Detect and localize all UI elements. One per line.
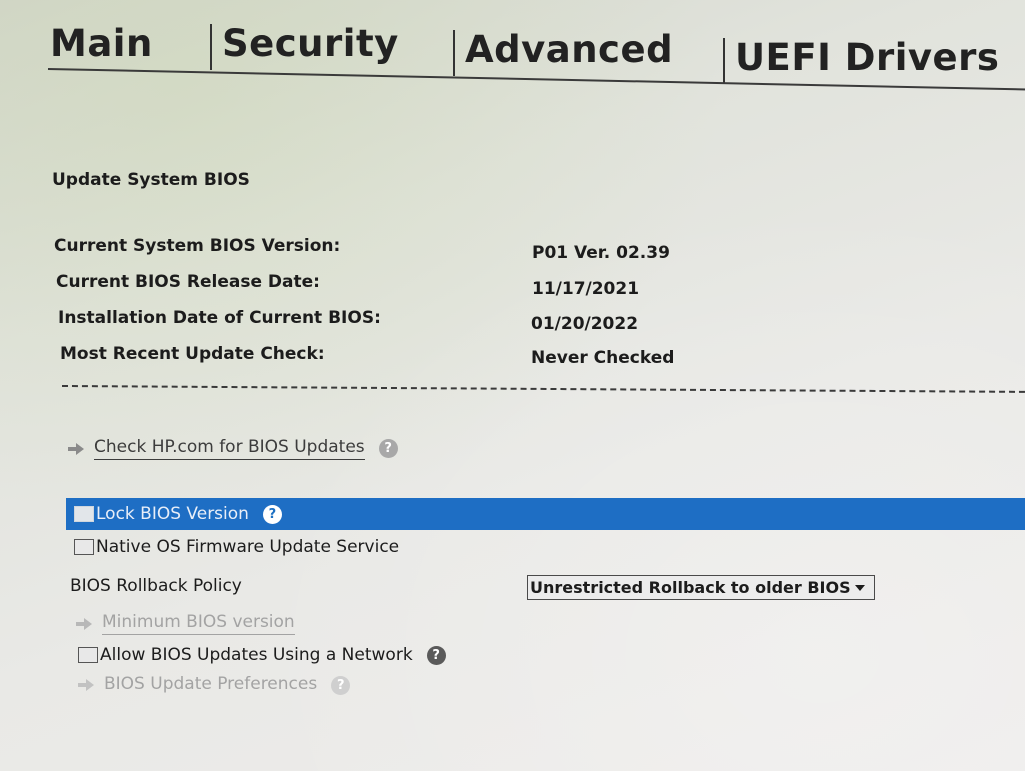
native-os-firmware-row[interactable]: Native OS Firmware Update Service [74, 537, 399, 557]
tab-separator [453, 30, 455, 76]
tab-main[interactable]: Main [50, 22, 153, 65]
question-mark-icon[interactable]: ? [378, 439, 398, 458]
arrow-right-icon [68, 442, 84, 455]
bios-version-label: Current System BIOS Version: [54, 236, 341, 256]
bios-version-value: P01 Ver. 02.39 [532, 243, 670, 263]
update-check-value: Never Checked [531, 348, 675, 368]
update-check-label: Most Recent Update Check: [60, 344, 325, 364]
allow-network-checkbox[interactable] [78, 647, 98, 663]
tab-main-label: Main [50, 22, 153, 65]
minimum-bios-link: Minimum BIOS version [102, 612, 295, 635]
allow-network-label: Allow BIOS Updates Using a Network [100, 645, 413, 665]
lock-bios-row[interactable]: Lock BIOS Version ? [66, 498, 1025, 530]
allow-network-row[interactable]: Allow BIOS Updates Using a Network ? [78, 645, 446, 665]
check-hp-row[interactable]: Check HP.com for BIOS Updates ? [68, 437, 398, 460]
tab-advanced-label: Advanced [465, 28, 674, 71]
tab-uefi-drivers[interactable]: UEFI Drivers [723, 36, 1000, 84]
page-title: Update System BIOS [52, 170, 250, 190]
bios-release-date-label: Current BIOS Release Date: [56, 272, 320, 292]
arrow-right-icon [78, 679, 94, 691]
tab-separator [723, 38, 725, 84]
bios-release-date-value: 11/17/2021 [532, 279, 640, 299]
tab-security-label: Security [222, 22, 399, 65]
question-mark-icon[interactable]: ? [262, 504, 282, 524]
rollback-policy-select[interactable]: Unrestricted Rollback to older BIOS [527, 575, 875, 600]
lock-bios-checkbox[interactable] [74, 506, 94, 522]
chevron-down-icon [854, 584, 865, 591]
native-os-firmware-checkbox[interactable] [74, 539, 94, 555]
tab-separator [210, 24, 212, 70]
update-preferences-row: BIOS Update Preferences ? [78, 674, 351, 696]
arrow-right-icon [76, 617, 92, 630]
installation-date-label: Installation Date of Current BIOS: [58, 308, 381, 328]
check-hp-link[interactable]: Check HP.com for BIOS Updates [94, 437, 365, 460]
lock-bios-label: Lock BIOS Version [96, 504, 249, 524]
dashed-divider [61, 385, 1025, 393]
rollback-policy-value: Unrestricted Rollback to older BIOS [530, 578, 851, 597]
minimum-bios-row: Minimum BIOS version [76, 612, 295, 635]
tab-advanced[interactable]: Advanced [453, 28, 674, 76]
tab-security[interactable]: Security [210, 22, 399, 70]
update-preferences-link: BIOS Update Preferences [104, 674, 318, 694]
native-os-firmware-label: Native OS Firmware Update Service [96, 537, 400, 557]
rollback-policy-label: BIOS Rollback Policy [70, 576, 242, 596]
tab-uefi-drivers-label: UEFI Drivers [735, 36, 1000, 79]
tab-bar: Main Security Advanced UEFI Drivers [0, 0, 1025, 95]
question-mark-icon[interactable]: ? [426, 645, 446, 665]
installation-date-value: 01/20/2022 [531, 314, 639, 334]
question-mark-icon: ? [331, 675, 351, 695]
